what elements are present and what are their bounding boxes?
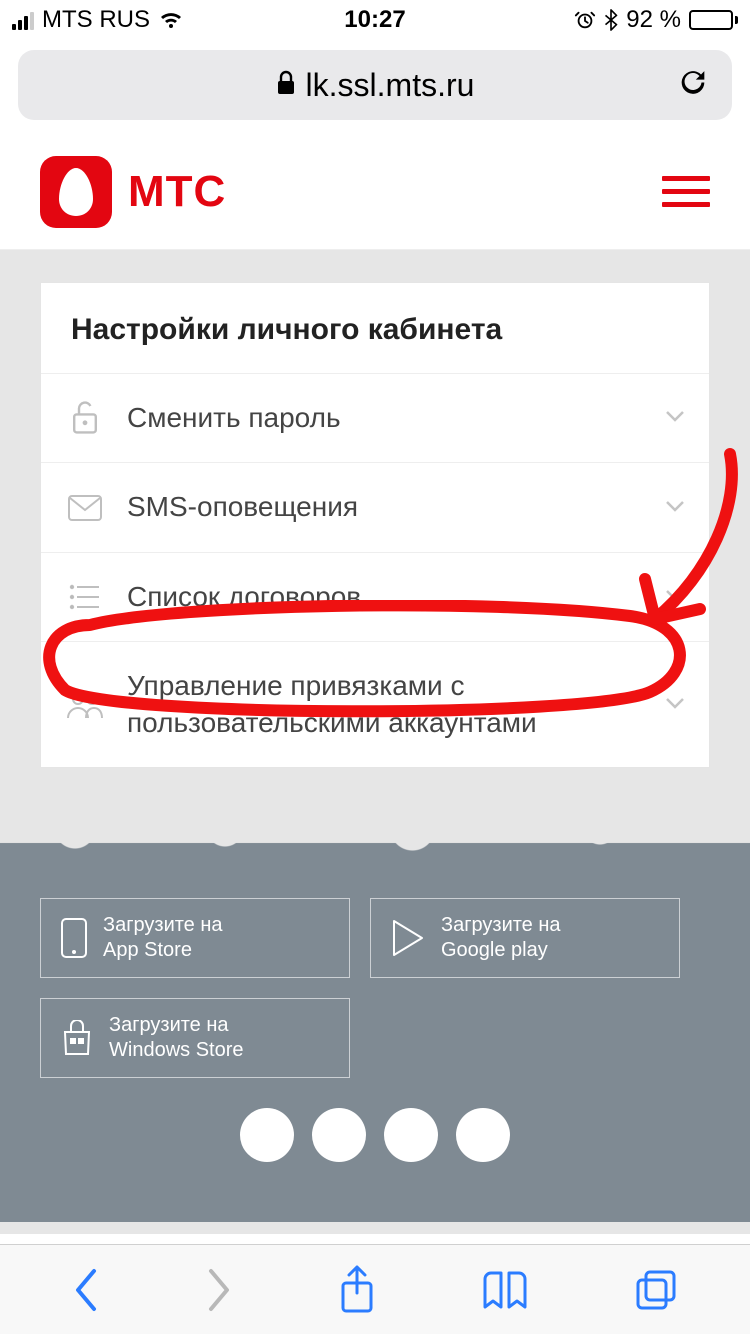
menu-item-user-account-links[interactable]: Управление привязками с пользовательским… bbox=[41, 641, 709, 767]
menu-item-contract-list[interactable]: Список договоров bbox=[41, 552, 709, 641]
googleplay-badge[interactable]: Загрузите на Google play bbox=[370, 898, 680, 978]
settings-card-title: Настройки личного кабинета bbox=[41, 283, 709, 373]
carrier-label: MTS RUS bbox=[42, 6, 150, 34]
mts-brand-text: МТС bbox=[128, 167, 226, 217]
chevron-down-icon bbox=[665, 588, 685, 606]
mts-egg-icon bbox=[40, 156, 112, 228]
safari-addressbar[interactable]: lk.ssl.mts.ru bbox=[18, 50, 732, 120]
battery-pct-label: 92 % bbox=[626, 6, 681, 34]
footer-wave bbox=[0, 828, 750, 858]
download-prefix: Загрузите на bbox=[441, 913, 561, 938]
signal-icon bbox=[12, 10, 34, 30]
forward-button[interactable] bbox=[205, 1267, 233, 1313]
safari-addressbar-container: lk.ssl.mts.ru bbox=[0, 40, 750, 134]
settings-card: Настройки личного кабинета Сменить парол… bbox=[40, 282, 710, 768]
store-name: Google play bbox=[441, 938, 561, 963]
menu-label: Сменить пароль bbox=[127, 400, 643, 436]
mts-header: МТС bbox=[0, 134, 750, 250]
back-button[interactable] bbox=[72, 1267, 100, 1313]
address-host: lk.ssl.mts.ru bbox=[306, 67, 475, 104]
menu-label: SMS-оповещения bbox=[127, 489, 643, 525]
chevron-down-icon bbox=[665, 409, 685, 427]
social-row bbox=[40, 1108, 710, 1162]
menu-label: Список договоров bbox=[127, 579, 643, 615]
bookmarks-button[interactable] bbox=[481, 1269, 529, 1311]
play-icon bbox=[391, 919, 425, 957]
menu-button[interactable] bbox=[662, 176, 710, 207]
tabs-button[interactable] bbox=[634, 1268, 678, 1312]
bluetooth-icon bbox=[604, 9, 618, 31]
lock-icon bbox=[276, 67, 296, 104]
list-icon bbox=[65, 583, 105, 611]
clock-label: 10:27 bbox=[344, 6, 405, 34]
chevron-down-icon bbox=[665, 499, 685, 517]
alarm-icon bbox=[574, 9, 596, 31]
store-name: Windows Store bbox=[109, 1038, 244, 1063]
battery-icon bbox=[689, 10, 738, 30]
download-prefix: Загрузите на bbox=[109, 1013, 244, 1038]
reload-button[interactable] bbox=[676, 64, 710, 107]
phone-icon bbox=[61, 918, 87, 958]
share-button[interactable] bbox=[337, 1265, 377, 1315]
store-name: App Store bbox=[103, 938, 223, 963]
social-icon[interactable] bbox=[312, 1108, 366, 1162]
wifi-icon bbox=[158, 10, 184, 30]
social-icon[interactable] bbox=[240, 1108, 294, 1162]
social-icon[interactable] bbox=[384, 1108, 438, 1162]
social-icon[interactable] bbox=[456, 1108, 510, 1162]
chevron-down-icon bbox=[665, 696, 685, 714]
menu-label: Управление привязками с пользовательским… bbox=[127, 668, 643, 741]
lock-open-icon bbox=[65, 400, 105, 436]
menu-item-sms-notifications[interactable]: SMS-оповещения bbox=[41, 462, 709, 551]
footer: Загрузите на App Store Загрузите на Goog… bbox=[0, 858, 750, 1222]
bag-icon bbox=[61, 1020, 93, 1056]
users-icon bbox=[65, 690, 105, 720]
page-body: МТС Настройки личного кабинета Сменить п… bbox=[0, 134, 750, 1234]
mts-logo[interactable]: МТС bbox=[40, 156, 226, 228]
envelope-icon bbox=[65, 495, 105, 521]
appstore-badge[interactable]: Загрузите на App Store bbox=[40, 898, 350, 978]
ios-statusbar: MTS RUS 10:27 92 % bbox=[0, 0, 750, 40]
download-prefix: Загрузите на bbox=[103, 913, 223, 938]
safari-toolbar bbox=[0, 1244, 750, 1334]
windowsstore-badge[interactable]: Загрузите на Windows Store bbox=[40, 998, 350, 1078]
menu-item-change-password[interactable]: Сменить пароль bbox=[41, 373, 709, 462]
